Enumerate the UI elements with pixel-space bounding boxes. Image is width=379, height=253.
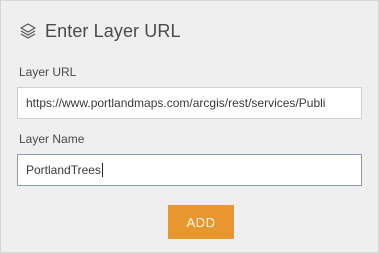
layer-name-input[interactable]: PortlandTrees — [17, 154, 362, 186]
layer-url-value: https://www.portlandmaps.com/arcgis/rest… — [26, 96, 326, 110]
layer-name-label: Layer Name — [19, 132, 85, 146]
text-cursor — [101, 163, 103, 177]
panel-header: Enter Layer URL — [19, 19, 181, 43]
layer-name-value: PortlandTrees — [26, 163, 101, 177]
layer-url-input[interactable]: https://www.portlandmaps.com/arcgis/rest… — [17, 87, 362, 119]
enter-layer-url-panel: Enter Layer URL Layer URL https://www.po… — [0, 0, 379, 253]
add-button[interactable]: ADD — [168, 205, 234, 239]
panel-title: Enter Layer URL — [45, 20, 181, 41]
layers-icon — [19, 22, 37, 40]
layer-url-label: Layer URL — [19, 65, 77, 79]
